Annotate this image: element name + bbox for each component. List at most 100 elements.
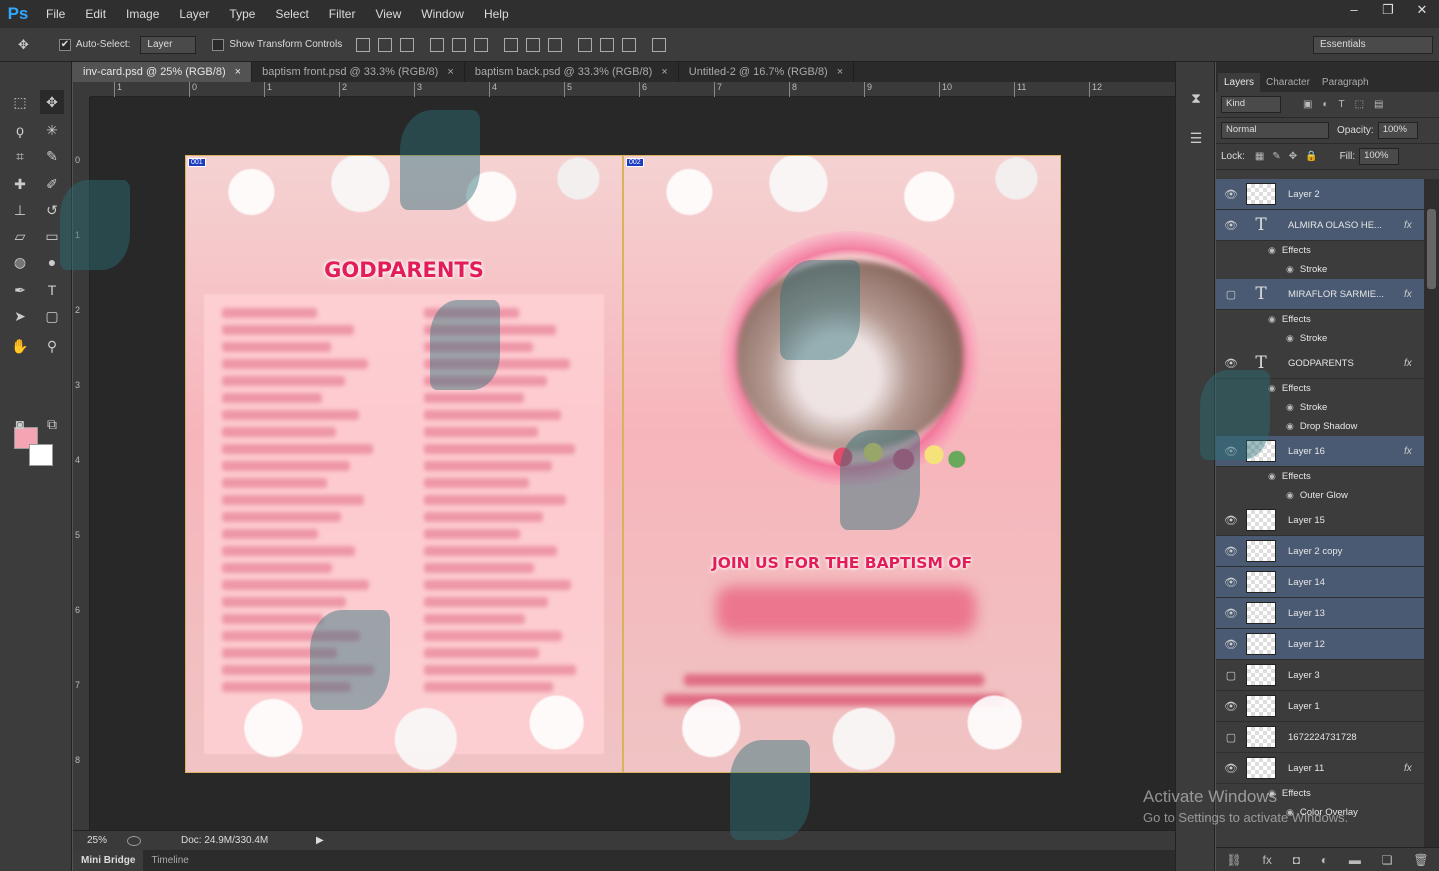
trash-icon[interactable]: 🗑 — [1413, 853, 1428, 867]
menu-type[interactable]: Type — [219, 0, 265, 28]
layer-row[interactable]: 👁 Layer 15 — [1216, 505, 1424, 536]
effect-row[interactable]: ◉ Stroke — [1216, 329, 1424, 348]
document-tab[interactable]: baptism back.psd @ 33.3% (RGB/8) × — [465, 62, 679, 82]
fx-icon[interactable]: fx — [1404, 446, 1424, 457]
layer-row[interactable]: 👁 Layer 16 fx — [1216, 436, 1424, 467]
effect-row[interactable]: ◉ Outer Glow — [1216, 486, 1424, 505]
menu-view[interactable]: View — [365, 0, 411, 28]
status-info-icon[interactable] — [127, 835, 141, 846]
align-vcenter-icon[interactable] — [378, 37, 393, 52]
layer-row[interactable]: 👁 Layer 12 — [1216, 629, 1424, 660]
distribute-left-icon[interactable] — [578, 37, 593, 52]
lock-icons[interactable]: ▦✎✥🔒 — [1255, 151, 1326, 162]
mask-icon[interactable]: ◘ — [1293, 853, 1300, 867]
status-menu-arrow-icon[interactable]: ▶ — [316, 835, 324, 846]
hidden-visibility-icon[interactable]: ▢ — [1216, 288, 1246, 301]
canvas-area[interactable]: 001 GODPARENTS 002 JOIN US FOR THE BAPTI… — [90, 97, 1175, 830]
effects-row[interactable]: ◉ Effects — [1216, 379, 1424, 398]
menu-file[interactable]: File — [36, 0, 75, 28]
close-tab-icon[interactable]: × — [444, 66, 453, 78]
fx-icon[interactable]: fx — [1404, 220, 1424, 231]
layer-row[interactable]: ▢ 1672224731728 — [1216, 722, 1424, 753]
effect-visibility-icon[interactable]: ◉ — [1286, 421, 1294, 432]
layer-row[interactable]: 👁 T GODPARENTS fx — [1216, 348, 1424, 379]
effect-visibility-icon[interactable]: ◉ — [1268, 471, 1276, 482]
effect-visibility-icon[interactable]: ◉ — [1286, 490, 1294, 501]
hidden-visibility-icon[interactable]: ▢ — [1216, 669, 1246, 682]
distribute-right-icon[interactable] — [622, 37, 637, 52]
ruler-origin[interactable] — [73, 82, 90, 97]
zoom-level[interactable]: 25% — [73, 835, 113, 846]
hidden-visibility-icon[interactable]: ▢ — [1216, 731, 1246, 744]
eye-icon[interactable]: 👁 — [1216, 514, 1246, 527]
menu-window[interactable]: Window — [411, 0, 474, 28]
close-tab-icon[interactable]: × — [834, 66, 843, 78]
brush-tool-icon[interactable]: ✐ — [40, 172, 64, 196]
layer-row[interactable]: 👁 Layer 2 copy — [1216, 536, 1424, 567]
align-hcenter-icon[interactable] — [452, 37, 467, 52]
eye-icon[interactable]: 👁 — [1216, 445, 1246, 458]
effect-visibility-icon[interactable]: ◉ — [1268, 314, 1276, 325]
quick-mask-icon[interactable]: ◙ — [8, 412, 32, 436]
menu-edit[interactable]: Edit — [75, 0, 116, 28]
eye-icon[interactable]: 👁 — [1216, 607, 1246, 620]
distribute-top-icon[interactable] — [504, 37, 519, 52]
tab-layers[interactable]: Layers — [1218, 73, 1261, 92]
shape-tool-icon[interactable]: ▢ — [40, 304, 64, 328]
eye-icon[interactable]: 👁 — [1216, 638, 1246, 651]
restore-button[interactable]: ❐ — [1371, 0, 1405, 20]
effect-row[interactable]: ◉ Stroke — [1216, 260, 1424, 279]
document-tab[interactable]: baptism front.psd @ 33.3% (RGB/8) × — [252, 62, 465, 82]
artboard-godparents[interactable]: 001 GODPARENTS — [185, 155, 623, 773]
fx-icon[interactable]: fx — [1404, 358, 1424, 369]
link-icon[interactable]: ⛓ — [1226, 853, 1241, 867]
menu-layer[interactable]: Layer — [169, 0, 219, 28]
artboard-invitation[interactable]: 002 JOIN US FOR THE BAPTISM OF — [623, 155, 1061, 773]
auto-align-icon[interactable] — [652, 37, 667, 52]
align-top-icon[interactable] — [356, 37, 371, 52]
new-layer-icon[interactable]: ❏ — [1382, 853, 1393, 867]
align-bottom-icon[interactable] — [400, 37, 415, 52]
lasso-tool-icon[interactable]: ϙ — [8, 118, 32, 142]
blur-tool-icon[interactable]: ◍ — [8, 250, 32, 274]
layer-row[interactable]: 👁 Layer 2 — [1216, 179, 1424, 210]
filter-icons[interactable]: ▣◐T⬚▤ — [1303, 99, 1394, 110]
document-tab[interactable]: inv-card.psd @ 25% (RGB/8) × — [73, 62, 253, 82]
effect-visibility-icon[interactable]: ◉ — [1286, 402, 1294, 413]
eyedropper-tool-icon[interactable]: ✎ — [40, 144, 64, 168]
menu-image[interactable]: Image — [116, 0, 169, 28]
close-tab-icon[interactable]: × — [658, 66, 667, 78]
clone-stamp-tool-icon[interactable]: ⊥ — [8, 198, 32, 222]
crop-tool-icon[interactable]: ⌗ — [8, 144, 32, 168]
workspace-select[interactable]: Essentials — [1313, 36, 1433, 54]
blend-mode-dropdown[interactable]: Normal — [1221, 122, 1329, 139]
tab-timeline[interactable]: Timeline — [143, 850, 196, 871]
transform-controls-checkbox[interactable] — [212, 38, 225, 51]
eye-icon[interactable]: 👁 — [1216, 576, 1246, 589]
pen-tool-icon[interactable]: ✒ — [8, 278, 32, 302]
auto-select-dropdown[interactable]: Layer — [140, 35, 197, 54]
effects-row[interactable]: ◉ Effects — [1216, 310, 1424, 329]
eye-icon[interactable]: 👁 — [1216, 545, 1246, 558]
fx-icon[interactable]: fx — [1404, 763, 1424, 774]
align-right-icon[interactable] — [474, 37, 489, 52]
zoom-tool-icon[interactable]: ⚲ — [40, 334, 64, 358]
gradient-tool-icon[interactable]: ▭ — [40, 224, 64, 248]
vertical-ruler[interactable]: 0 1 2 3 4 5 6 7 8 — [73, 97, 90, 830]
minimize-button[interactable]: – — [1337, 0, 1371, 20]
document-tab[interactable]: Untitled-2 @ 16.7% (RGB/8) × — [679, 62, 855, 82]
layer-row[interactable]: 👁 Layer 14 — [1216, 567, 1424, 598]
hand-tool-icon[interactable]: ✋ — [8, 334, 32, 358]
effects-row[interactable]: ◉ Effects — [1216, 467, 1424, 486]
background-color-swatch[interactable] — [29, 444, 53, 466]
effect-visibility-icon[interactable]: ◉ — [1268, 245, 1276, 256]
scroll-thumb[interactable] — [1427, 209, 1436, 289]
folder-icon[interactable]: ▬ — [1349, 853, 1361, 867]
kind-filter-dropdown[interactable]: Kind — [1221, 96, 1281, 113]
layer-row[interactable]: 👁 Layer 13 — [1216, 598, 1424, 629]
effect-visibility-icon[interactable]: ◉ — [1268, 383, 1276, 394]
eye-icon[interactable]: 👁 — [1216, 357, 1246, 370]
menu-select[interactable]: Select — [265, 0, 318, 28]
path-selection-tool-icon[interactable]: ➤ — [8, 304, 32, 328]
history-panel-icon[interactable]: ⧗ — [1184, 86, 1208, 110]
